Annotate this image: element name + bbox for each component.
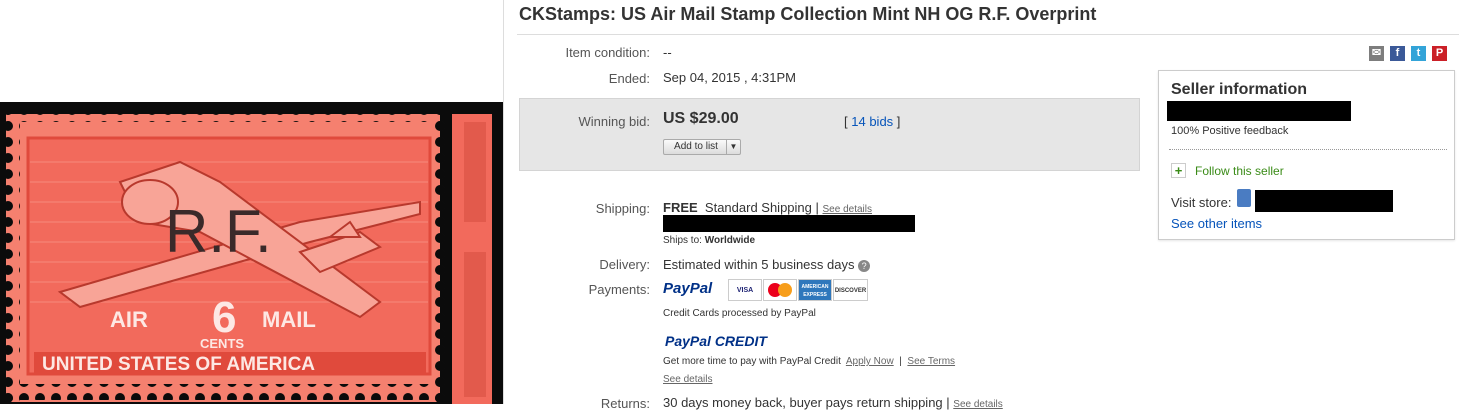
facebook-icon[interactable]: f (1390, 46, 1405, 61)
shipping-value: FREE Standard Shipping | See details (663, 200, 872, 215)
ended-label: Ended: (608, 71, 650, 86)
store-icon[interactable] (1237, 189, 1251, 207)
condition-label: Item condition: (565, 45, 650, 60)
paypal-credit-text: Get more time to pay with PayPal Credit (663, 356, 841, 367)
stamp-image[interactable]: R.F. AIR 6 MAIL CENTS UNITED STATES OF A… (0, 102, 503, 404)
returns-value: 30 days money back, buyer pays return sh… (663, 395, 1003, 410)
svg-text:CENTS: CENTS (200, 336, 244, 351)
condition-value: -- (663, 45, 672, 60)
item-image-pane: R.F. AIR 6 MAIL CENTS UNITED STATES OF A… (0, 0, 504, 404)
delivery-label: Delivery: (599, 257, 650, 272)
paypal-logo: PayPal (663, 280, 713, 297)
separator: | (899, 356, 902, 367)
returns-see-details-link[interactable]: See details (953, 399, 1002, 410)
visit-store-label: Visit store: (1171, 195, 1232, 210)
chevron-down-icon[interactable]: ▼ (726, 140, 740, 154)
title-divider (517, 34, 1459, 35)
add-to-list-label: Add to list (674, 141, 718, 152)
svg-text:6: 6 (212, 293, 236, 342)
paypal-credit-see-details-link[interactable]: See details (663, 374, 712, 385)
ships-to-value: Worldwide (704, 235, 756, 246)
item-title: CKStamps: US Air Mail Stamp Collection M… (519, 4, 1097, 24)
bid-panel (519, 98, 1140, 171)
bid-count: [ 14 bids ] (844, 114, 900, 129)
delivery-value: Estimated within 5 business days ? (663, 257, 871, 272)
apply-now-link[interactable]: Apply Now (846, 356, 894, 367)
seller-name-redacted[interactable] (1167, 101, 1351, 121)
seller-info-title: Seller information (1171, 81, 1308, 98)
twitter-icon[interactable]: t (1411, 46, 1426, 61)
overprint-text: R.F. (165, 198, 272, 265)
ended-value: Sep 04, 2015 , 4:31PM (663, 70, 796, 85)
add-to-list-button[interactable]: Add to list ▼ (663, 139, 741, 155)
help-icon[interactable]: ? (858, 259, 871, 272)
amex-card-icon: AMERICAN EXPRESS (798, 279, 832, 301)
delivery-text: Estimated within 5 business days (663, 257, 855, 272)
paypal-credit-line: Get more time to pay with PayPal Credit … (663, 356, 955, 367)
plus-icon[interactable]: + (1171, 163, 1186, 178)
shipping-see-details-link[interactable]: See details (823, 204, 872, 215)
shipping-method: Standard Shipping | (704, 200, 819, 215)
seller-feedback: 100% Positive feedback (1171, 125, 1289, 137)
email-icon[interactable]: ✉ (1369, 46, 1384, 61)
ships-to-label: Ships to: (663, 235, 702, 246)
redacted-block (663, 215, 915, 232)
see-other-items-link[interactable]: See other items (1171, 216, 1262, 231)
payments-label: Payments: (588, 282, 650, 297)
bid-bracket-open: [ (844, 114, 848, 129)
follow-seller-link[interactable]: Follow this seller (1195, 164, 1284, 178)
mastercard-icon (763, 279, 797, 301)
pinterest-icon[interactable]: P (1432, 46, 1447, 61)
bid-bracket-close: ] (896, 114, 901, 129)
winning-bid-label: Winning bid: (578, 114, 650, 129)
returns-text: 30 days money back, buyer pays return sh… (663, 395, 950, 410)
shipping-label: Shipping: (595, 201, 650, 216)
ships-to: Ships to: Worldwide (663, 235, 755, 246)
bid-history-link[interactable]: 14 bids (851, 114, 893, 129)
paypal-credit-logo: PayPal CREDIT (665, 333, 767, 349)
see-terms-link[interactable]: See Terms (907, 356, 955, 367)
seller-info-panel: Seller information 100% Positive feedbac… (1158, 70, 1455, 240)
svg-text:AIR: AIR (110, 307, 148, 332)
visa-card-icon: VISA (728, 279, 762, 301)
store-name-redacted[interactable] (1255, 190, 1393, 212)
shipping-free: FREE (663, 200, 698, 215)
svg-text:MAIL: MAIL (262, 307, 316, 332)
credit-card-note: Credit Cards processed by PayPal (663, 308, 816, 319)
svg-text:UNITED STATES OF AMERICA: UNITED STATES OF AMERICA (42, 354, 315, 375)
discover-card-icon: DISCOVER (833, 279, 868, 301)
winning-bid-value: US $29.00 (663, 110, 739, 127)
seller-divider (1169, 149, 1447, 150)
